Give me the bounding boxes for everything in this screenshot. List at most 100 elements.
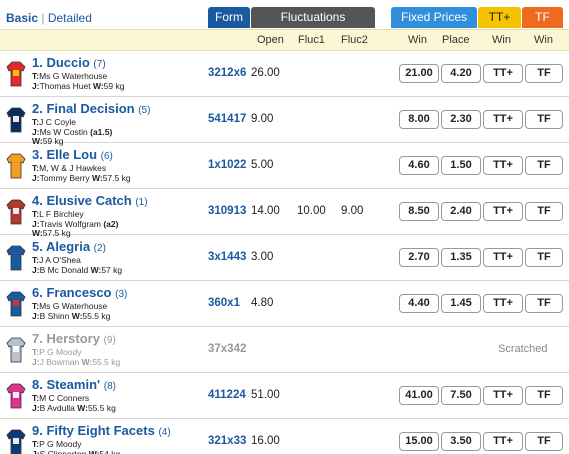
- tt-plus-button[interactable]: TT+: [483, 386, 523, 405]
- jockey-name: Tommy Berry: [39, 173, 90, 183]
- tf-button[interactable]: TF: [525, 156, 563, 175]
- detailed-view-link[interactable]: Detailed: [48, 11, 92, 25]
- runner-name-text[interactable]: 3. Elle Lou: [32, 147, 97, 162]
- trainer-line: T:P G Moody: [32, 347, 81, 357]
- runner-name[interactable]: 7. Herstory (9): [32, 331, 116, 346]
- barrier-number: (1): [135, 197, 148, 208]
- jockey-silks-icon: [6, 153, 26, 179]
- win-price-button[interactable]: 2.70: [399, 248, 439, 267]
- runner-row: 1. Duccio (7) T:Ms G Waterhouse J:Thomas H…: [0, 52, 569, 97]
- jockey-silks-icon: [6, 337, 26, 363]
- runner-name-text[interactable]: 7. Herstory: [32, 331, 100, 346]
- place-price-button[interactable]: 1.45: [441, 294, 481, 313]
- form-link[interactable]: 360x1: [208, 297, 240, 309]
- jockey-name: S Clipperton: [39, 449, 87, 454]
- tf-button[interactable]: TF: [525, 110, 563, 129]
- runner-name-text[interactable]: 1. Duccio: [32, 55, 90, 70]
- win-price-button[interactable]: 4.40: [399, 294, 439, 313]
- open-price: 51.00: [251, 389, 280, 401]
- jockey-silks-icon: [6, 245, 26, 271]
- win-price-button[interactable]: 4.60: [399, 156, 439, 175]
- tt-plus-button[interactable]: TT+: [483, 110, 523, 129]
- form-link[interactable]: 1x1022: [208, 159, 246, 171]
- barrier-number: (7): [93, 59, 106, 70]
- runner-name-text[interactable]: 8. Steamin': [32, 377, 100, 392]
- runner-row: 8. Steamin' (8) T:M C Conners J:B Avdulla …: [0, 374, 569, 419]
- runner-name[interactable]: 1. Duccio (7): [32, 55, 106, 70]
- runner-name[interactable]: 4. Elusive Catch (1): [32, 193, 148, 208]
- tf-button[interactable]: TF: [525, 386, 563, 405]
- runner-name[interactable]: 3. Elle Lou (6): [32, 147, 113, 162]
- runner-name[interactable]: 2. Final Decision (5): [32, 101, 150, 116]
- jockey-claim: (a2): [103, 219, 119, 229]
- form-link[interactable]: 37x342: [208, 343, 246, 355]
- win-price-button[interactable]: 41.00: [399, 386, 439, 405]
- runner-name[interactable]: 9. Fifty Eight Facets (4): [32, 423, 171, 438]
- tt-plus-button[interactable]: TT+: [483, 202, 523, 221]
- form-link[interactable]: 310913: [208, 205, 246, 217]
- place-price-button[interactable]: 1.35: [441, 248, 481, 267]
- runner-name-text[interactable]: 5. Alegria: [32, 239, 90, 254]
- barrier-number: (3): [115, 289, 128, 300]
- weight-value: 59 kg: [103, 81, 125, 91]
- jockey-label: J:: [32, 403, 40, 413]
- tf-button[interactable]: TF: [525, 432, 563, 451]
- tf-button[interactable]: TF: [525, 294, 563, 313]
- weight-value: 55.5 kg: [87, 403, 116, 413]
- jockey-silks-icon: [6, 383, 26, 409]
- tab-tf[interactable]: TF: [522, 7, 563, 28]
- runner-name-text[interactable]: 6. Francesco: [32, 285, 112, 300]
- tf-button[interactable]: TF: [525, 202, 563, 221]
- form-link[interactable]: 541417: [208, 113, 246, 125]
- tab-fixed-prices[interactable]: Fixed Prices: [391, 7, 477, 28]
- win-price-button[interactable]: 15.00: [399, 432, 439, 451]
- form-link[interactable]: 321x33: [208, 435, 246, 447]
- place-price-button[interactable]: 7.50: [441, 386, 481, 405]
- weight-label: W:: [71, 311, 83, 321]
- jockey-line: J:S Clipperton W:54 kg: [32, 449, 120, 454]
- runner-name-text[interactable]: 4. Elusive Catch: [32, 193, 132, 208]
- col-tt-win: Win: [492, 34, 511, 46]
- tab-form[interactable]: Form: [208, 7, 250, 28]
- tt-plus-button[interactable]: TT+: [483, 294, 523, 313]
- tt-plus-button[interactable]: TT+: [483, 248, 523, 267]
- runner-name-text[interactable]: 2. Final Decision: [32, 101, 135, 116]
- open-price: 4.80: [251, 297, 274, 309]
- open-price: 3.00: [251, 251, 274, 263]
- runner-name[interactable]: 5. Alegria (2): [32, 239, 106, 254]
- place-price-button[interactable]: 1.50: [441, 156, 481, 175]
- win-price-button[interactable]: 8.50: [399, 202, 439, 221]
- jockey-line: J:Tommy Berry W:57.5 kg: [32, 173, 131, 183]
- weight-label: W:: [81, 357, 93, 367]
- win-price-button[interactable]: 21.00: [399, 64, 439, 83]
- view-separator: |: [41, 11, 45, 25]
- tt-plus-button[interactable]: TT+: [483, 64, 523, 83]
- runner-name-text[interactable]: 9. Fifty Eight Facets: [32, 423, 155, 438]
- jockey-line: J:B Avdulla W:55.5 kg: [32, 403, 116, 413]
- tf-button[interactable]: TF: [525, 248, 563, 267]
- win-price-button[interactable]: 8.00: [399, 110, 439, 129]
- place-price-button[interactable]: 2.30: [441, 110, 481, 129]
- tt-plus-button[interactable]: TT+: [483, 156, 523, 175]
- form-link[interactable]: 3212x6: [208, 67, 246, 79]
- tab-fluctuations[interactable]: Fluctuations: [251, 7, 375, 28]
- basic-view-link[interactable]: Basic: [6, 11, 38, 25]
- tab-tt-plus[interactable]: TT+: [478, 7, 521, 28]
- runner-name[interactable]: 8. Steamin' (8): [32, 377, 116, 392]
- col-place: Place: [442, 34, 470, 46]
- jockey-line: J:B Mc Donald W:57 kg: [32, 265, 122, 275]
- runner-name[interactable]: 6. Francesco (3): [32, 285, 127, 300]
- tt-plus-button[interactable]: TT+: [483, 432, 523, 451]
- place-price-button[interactable]: 4.20: [441, 64, 481, 83]
- form-link[interactable]: 3x1443: [208, 251, 246, 263]
- form-link[interactable]: 411224: [208, 389, 246, 401]
- tf-button[interactable]: TF: [525, 64, 563, 83]
- runner-row: 5. Alegria (2) T:J A O'Shea J:B Mc Donald …: [0, 236, 569, 281]
- place-price-button[interactable]: 3.50: [441, 432, 481, 451]
- jockey-label: J:: [32, 449, 40, 454]
- fluc1-price: 10.00: [297, 205, 326, 217]
- weight-value: 55.5 kg: [92, 357, 121, 367]
- jockey-name: B Mc Donald: [39, 265, 89, 275]
- place-price-button[interactable]: 2.40: [441, 202, 481, 221]
- jockey-line: J:Thomas Huet W:59 kg: [32, 81, 124, 91]
